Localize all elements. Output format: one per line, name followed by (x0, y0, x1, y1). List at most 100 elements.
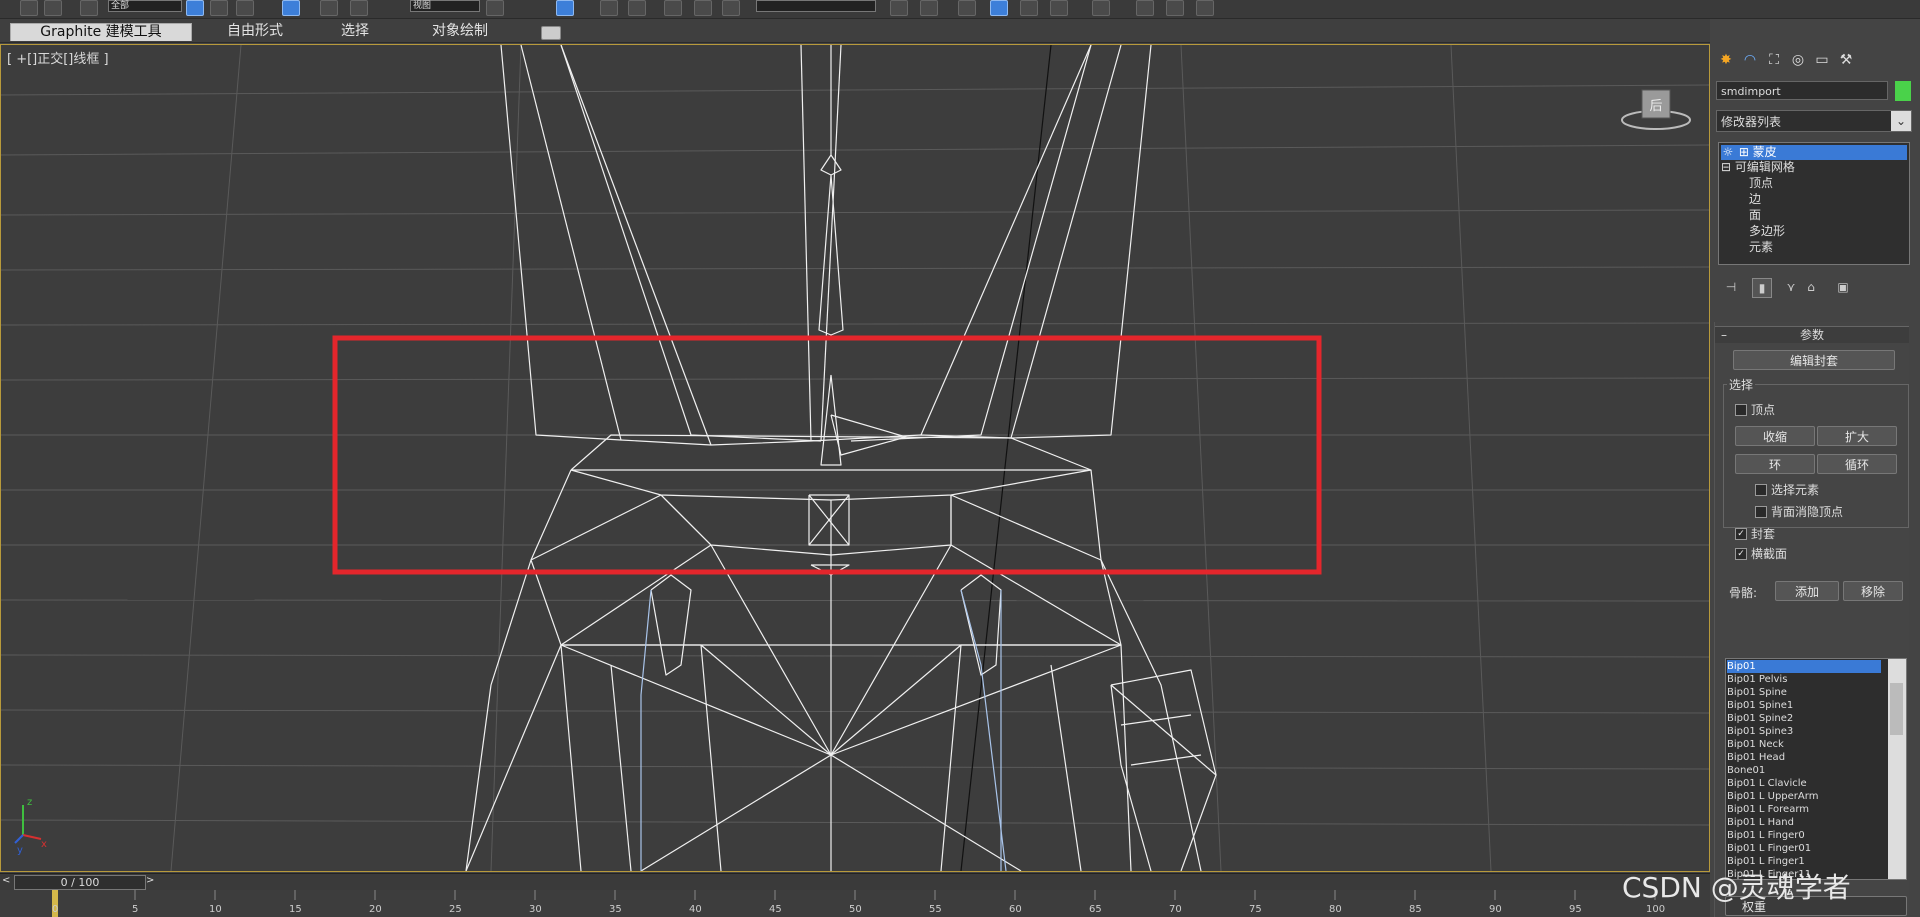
spinner-snap-icon[interactable] (694, 0, 712, 16)
remove-bone-button[interactable]: 移除 (1843, 581, 1903, 601)
list-item[interactable]: Bip01 L Forearm (1727, 803, 1881, 816)
hierarchy-tab-icon[interactable]: ⛶ (1764, 50, 1784, 70)
stack-item-skin[interactable]: ☼ ⊞ 蒙皮 (1721, 145, 1907, 160)
stack-item-edge[interactable]: 边 (1749, 192, 1761, 207)
select-by-name-icon[interactable] (210, 0, 228, 16)
rectangle-select-icon[interactable] (236, 0, 254, 16)
named-sets-icon[interactable] (722, 0, 740, 16)
modifier-stack[interactable]: ☼ ⊞ 蒙皮 ⊟ 可编辑网格 顶点 边 面 多边形 元素 (1718, 142, 1910, 265)
angle-snap-icon[interactable] (628, 0, 646, 16)
lightbulb-icon[interactable]: ☼ (1721, 145, 1735, 160)
render-icon[interactable] (1196, 0, 1214, 16)
list-item[interactable]: Bip01 (1727, 660, 1881, 673)
link-icon[interactable] (80, 0, 98, 16)
collapse-icon[interactable]: ⊞ (1739, 145, 1749, 160)
stack-item-polygon[interactable]: 多边形 (1749, 224, 1785, 239)
mirror-icon[interactable] (890, 0, 908, 16)
main-toolbar: 全部 视图 (0, 0, 1920, 19)
tab-graphite[interactable]: Graphite 建模工具 (10, 23, 192, 41)
cross-section-checkbox[interactable]: ✓ (1735, 548, 1747, 560)
list-item[interactable]: Bip01 Head (1727, 751, 1881, 764)
ring-button[interactable]: 环 (1735, 454, 1815, 474)
window-crossing-icon[interactable] (282, 0, 300, 16)
vertex-checkbox[interactable] (1735, 404, 1747, 416)
manipulate-icon[interactable] (556, 0, 574, 16)
rendered-frame-icon[interactable] (1166, 0, 1184, 16)
stack-item-element[interactable]: 元素 (1749, 240, 1773, 255)
percent-snap-icon[interactable] (664, 0, 682, 16)
list-item[interactable]: Bip01 Spine2 (1727, 712, 1881, 725)
bone-list[interactable]: Bip01 Bip01 Pelvis Bip01 Spine Bip01 Spi… (1725, 658, 1907, 880)
viewcube-label[interactable]: 后 (1649, 99, 1662, 114)
list-item[interactable]: Bone01 (1727, 764, 1881, 777)
select-element-checkbox[interactable] (1755, 484, 1767, 496)
ribbon-dropdown-button[interactable] (541, 26, 561, 40)
expand-icon[interactable]: ⊟ (1721, 160, 1731, 174)
list-item[interactable]: Bip01 Neck (1727, 738, 1881, 751)
graphite-toggle-icon[interactable] (990, 0, 1008, 16)
make-unique-icon[interactable]: ⋎ (1782, 278, 1800, 296)
stack-item-vertex[interactable]: 顶点 (1749, 176, 1773, 191)
configure-sets-icon[interactable]: ▣ (1834, 278, 1852, 296)
list-item[interactable]: Bip01 Spine3 (1727, 725, 1881, 738)
stack-item-editable-mesh[interactable]: ⊟ 可编辑网格 (1721, 160, 1795, 175)
chevron-down-icon[interactable]: ⌄ (1891, 111, 1911, 131)
envelope-checkbox[interactable]: ✓ (1735, 528, 1747, 540)
modify-tab-icon[interactable]: ◠ (1740, 50, 1760, 70)
curve-editor-icon[interactable] (1020, 0, 1038, 16)
pivot-icon[interactable] (486, 0, 504, 16)
loop-button[interactable]: 循环 (1817, 454, 1897, 474)
reference-coord-dropdown[interactable]: 视图 (410, 0, 480, 12)
backface-cull-checkbox[interactable] (1755, 506, 1767, 518)
material-editor-icon[interactable] (1092, 0, 1110, 16)
list-item[interactable]: Bip01 L Finger0 (1727, 829, 1881, 842)
render-setup-icon[interactable] (1136, 0, 1154, 16)
schematic-view-icon[interactable] (1050, 0, 1068, 16)
list-item[interactable]: Bip01 L UpperArm (1727, 790, 1881, 803)
tick-label: 50 (849, 904, 862, 915)
stack-item-face[interactable]: 面 (1749, 208, 1761, 223)
create-tab-icon[interactable]: ✸ (1716, 50, 1736, 70)
list-item[interactable]: Bip01 Spine (1727, 686, 1881, 699)
remove-modifier-icon[interactable]: ⌂ (1802, 278, 1820, 296)
viewport-front[interactable]: [ +[]正交[]线框 ] 后 z x y (0, 44, 1710, 872)
snap-icon[interactable] (600, 0, 618, 16)
move-icon[interactable] (320, 0, 338, 16)
list-item[interactable]: Bip01 L Clavicle (1727, 777, 1881, 790)
prev-frame-icon[interactable]: < (2, 875, 10, 886)
modifier-list-dropdown[interactable]: 修改器列表 ⌄ (1716, 110, 1912, 132)
align-icon[interactable] (920, 0, 938, 16)
add-bone-button[interactable]: 添加 (1775, 581, 1839, 601)
select-object-icon[interactable] (186, 0, 204, 16)
list-item[interactable]: Bip01 L Hand (1727, 816, 1881, 829)
tab-object-paint[interactable]: 对象绘制 (410, 23, 510, 40)
pin-stack-icon[interactable]: ⊣ (1722, 278, 1740, 296)
tab-selection[interactable]: 选择 (320, 23, 390, 40)
time-slider[interactable]: 0 / 100 (14, 875, 146, 890)
list-item[interactable]: Bip01 Pelvis (1727, 673, 1881, 686)
rollout-header[interactable]: – 参数 (1715, 326, 1909, 343)
named-selection-field[interactable] (756, 0, 876, 12)
layer-icon[interactable] (958, 0, 976, 16)
wireframe-canvas: 后 z x y (1, 45, 1709, 871)
tab-freeform[interactable]: 自由形式 (210, 23, 300, 40)
display-tab-icon[interactable]: ▭ (1812, 50, 1832, 70)
object-name-field[interactable]: smdimport (1716, 81, 1888, 100)
show-end-result-icon[interactable]: ▮ (1752, 278, 1772, 298)
object-color-swatch[interactable] (1895, 81, 1911, 101)
timeline-ruler[interactable]: 0 5 10 15 20 25 30 35 40 45 50 55 60 65 … (0, 890, 1710, 917)
bone-list-scrollbar[interactable] (1888, 659, 1906, 879)
scrollbar-thumb[interactable] (1890, 683, 1903, 735)
selection-filter-dropdown[interactable]: 全部 (108, 0, 182, 12)
rotate-icon[interactable] (350, 0, 368, 16)
undo-icon[interactable] (20, 0, 38, 16)
list-item[interactable]: Bip01 L Finger01 (1727, 842, 1881, 855)
edit-envelope-button[interactable]: 编辑封套 (1733, 350, 1895, 370)
utilities-tab-icon[interactable]: ⚒ (1836, 50, 1856, 70)
grow-button[interactable]: 扩大 (1817, 426, 1897, 446)
redo-icon[interactable] (44, 0, 62, 16)
next-frame-icon[interactable]: > (146, 875, 154, 886)
list-item[interactable]: Bip01 Spine1 (1727, 699, 1881, 712)
motion-tab-icon[interactable]: ◎ (1788, 50, 1808, 70)
shrink-button[interactable]: 收缩 (1735, 426, 1815, 446)
